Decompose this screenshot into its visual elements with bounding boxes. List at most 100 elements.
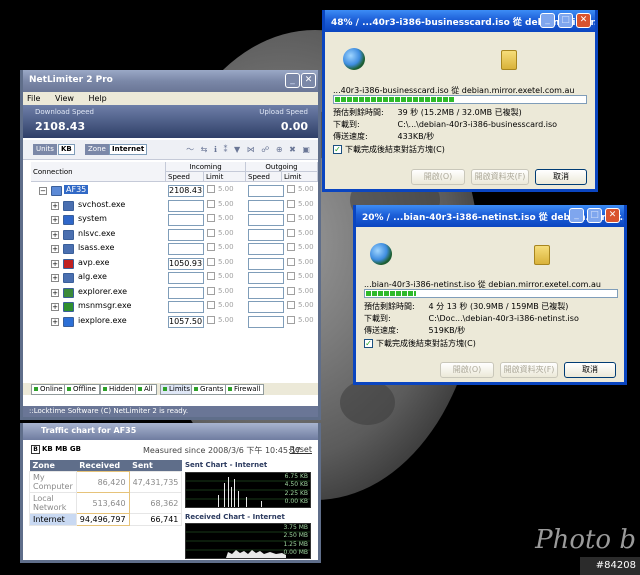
outgoing-limit[interactable]: 5.00 xyxy=(287,286,314,295)
reset-link[interactable]: Reset xyxy=(290,445,312,454)
col-connection[interactable]: Connection xyxy=(31,162,166,182)
process-row[interactable]: + alg.exe 5.00 5.00 xyxy=(23,271,318,286)
close-button[interactable]: ✕ xyxy=(605,208,620,223)
tab-limits[interactable]: Limits xyxy=(160,384,194,395)
expand-icon[interactable]: + xyxy=(51,274,59,282)
tab-firewall[interactable]: Firewall xyxy=(225,384,265,395)
checkbox-unchecked[interactable] xyxy=(207,199,215,208)
close-button[interactable]: ✕ xyxy=(301,73,316,88)
dialog1-cancel-button[interactable]: 取消 xyxy=(535,169,587,185)
incoming-limit[interactable]: 5.00 xyxy=(207,301,234,309)
minimize-button[interactable]: _ xyxy=(540,13,555,28)
expand-icon[interactable]: + xyxy=(51,230,59,239)
maximize-button[interactable]: □ xyxy=(587,208,602,223)
incoming-limit[interactable]: 5.00 xyxy=(207,286,234,295)
close-button[interactable]: ✕ xyxy=(576,13,591,28)
dialog2-close-when-done[interactable]: ✓ 下載完成後結束對話方塊(C) xyxy=(364,338,476,349)
minimize-button[interactable]: _ xyxy=(285,73,300,88)
expand-icon[interactable]: + xyxy=(51,317,59,326)
checkbox-unchecked[interactable] xyxy=(287,199,295,208)
minimize-button[interactable]: _ xyxy=(569,208,584,223)
checkbox-unchecked[interactable] xyxy=(207,214,215,222)
units-select[interactable]: KB xyxy=(58,144,75,155)
checkbox-unchecked[interactable] xyxy=(287,286,295,295)
dialog1-close-when-done[interactable]: ✓ 下載完成後結束對話方塊(C) xyxy=(333,144,445,155)
checkbox-unchecked[interactable] xyxy=(207,185,215,193)
checkbox-unchecked[interactable] xyxy=(207,315,215,324)
incoming-limit[interactable]: 5.00 xyxy=(207,199,234,208)
menu-file[interactable]: File xyxy=(27,94,40,103)
dialog2-cancel-button[interactable]: 取消 xyxy=(564,362,616,378)
incoming-limit[interactable]: 5.00 xyxy=(207,315,234,324)
checkbox-unchecked[interactable] xyxy=(287,228,295,237)
expand-icon[interactable]: + xyxy=(51,216,59,224)
checkbox-checked[interactable]: ✓ xyxy=(364,339,373,348)
outgoing-limit[interactable]: 5.00 xyxy=(287,272,314,280)
expand-icon[interactable]: + xyxy=(51,303,59,311)
col-out-speed[interactable]: Speed xyxy=(246,172,282,182)
dialog1-open-folder-button[interactable]: 開啟資料夾(F) xyxy=(471,169,529,185)
menu-help[interactable]: Help xyxy=(88,94,106,103)
process-row[interactable]: + avp.exe 1050.93 5.00 5.00 xyxy=(23,257,318,272)
outgoing-limit[interactable]: 5.00 xyxy=(287,243,314,251)
checkbox-unchecked[interactable] xyxy=(207,228,215,237)
incoming-limit[interactable]: 5.00 xyxy=(207,185,234,193)
process-row[interactable]: + msnmsgr.exe 5.00 5.00 xyxy=(23,300,318,315)
expand-icon[interactable]: + xyxy=(51,259,59,268)
outgoing-limit[interactable]: 5.00 xyxy=(287,199,314,208)
outgoing-limit[interactable]: 5.00 xyxy=(287,214,314,222)
dialog1-open-button[interactable]: 開啟(O) xyxy=(411,169,465,185)
tab-offline[interactable]: Offline xyxy=(64,384,100,395)
tab-all[interactable]: All xyxy=(135,384,157,395)
zone-row[interactable]: Internet 94,496,797 66,741 xyxy=(29,513,183,526)
checkbox-unchecked[interactable] xyxy=(287,272,295,280)
maximize-button[interactable]: □ xyxy=(558,13,573,28)
checkbox-unchecked[interactable] xyxy=(287,301,295,309)
expand-icon[interactable]: + xyxy=(51,288,59,297)
col-in-speed[interactable]: Speed xyxy=(166,172,204,182)
incoming-limit[interactable]: 5.00 xyxy=(207,228,234,237)
toolbar-icons[interactable]: 〜 ⇆ ℹ ⁑ ▼ ⋈ ☍ ⊕ ✖ ▣ xyxy=(186,144,312,155)
checkbox-unchecked[interactable] xyxy=(207,243,215,251)
outgoing-limit[interactable]: 5.00 xyxy=(287,315,314,324)
tab-grants[interactable]: Grants xyxy=(191,384,228,395)
dialog2-open-folder-button[interactable]: 開啟資料夾(F) xyxy=(500,362,558,378)
process-row[interactable]: + explorer.exe 5.00 5.00 xyxy=(23,286,318,301)
incoming-limit[interactable]: 5.00 xyxy=(207,214,234,222)
expand-icon[interactable]: − xyxy=(39,187,47,195)
col-out-limit[interactable]: Limit xyxy=(282,172,318,182)
checkbox-unchecked[interactable] xyxy=(207,272,215,280)
checkbox-unchecked[interactable] xyxy=(287,315,295,324)
process-row[interactable]: + iexplore.exe 1057.50 5.00 5.00 xyxy=(23,315,318,330)
tab-online[interactable]: Online xyxy=(31,384,67,395)
checkbox-unchecked[interactable] xyxy=(207,301,215,309)
process-row[interactable]: + lsass.exe 5.00 5.00 xyxy=(23,242,318,257)
process-row[interactable]: − AF35 2108.43 5.00 5.00 xyxy=(23,184,318,199)
process-row[interactable]: + system 5.00 5.00 xyxy=(23,213,318,228)
checkbox-unchecked[interactable] xyxy=(207,257,215,266)
checkbox-unchecked[interactable] xyxy=(287,243,295,251)
expand-icon[interactable]: + xyxy=(51,245,59,253)
netlimiter-titlebar[interactable]: NetLimiter 2 Pro xyxy=(23,70,318,92)
checkbox-unchecked[interactable] xyxy=(207,286,215,295)
expand-icon[interactable]: + xyxy=(51,201,59,210)
traffic-titlebar[interactable]: Traffic chart for AF35 xyxy=(23,423,318,440)
incoming-limit[interactable]: 5.00 xyxy=(207,243,234,251)
checkbox-unchecked[interactable] xyxy=(287,214,295,222)
zone-row[interactable]: Local Network 513,640 68,362 xyxy=(29,492,183,514)
menu-view[interactable]: View xyxy=(55,94,74,103)
process-row[interactable]: + nlsvc.exe 5.00 5.00 xyxy=(23,228,318,243)
units-toggle[interactable]: B KB MB GB xyxy=(31,445,81,454)
outgoing-limit[interactable]: 5.00 xyxy=(287,228,314,237)
incoming-limit[interactable]: 5.00 xyxy=(207,257,234,266)
outgoing-limit[interactable]: 5.00 xyxy=(287,301,314,309)
zone-select[interactable]: Internet xyxy=(109,144,148,155)
tab-hidden[interactable]: Hidden xyxy=(100,384,138,395)
checkbox-unchecked[interactable] xyxy=(287,185,295,193)
checkbox-unchecked[interactable] xyxy=(287,257,295,266)
dialog2-open-button[interactable]: 開啟(O) xyxy=(440,362,494,378)
col-in-limit[interactable]: Limit xyxy=(204,172,246,182)
zone-row[interactable]: My Computer 86,420 47,431,735 xyxy=(29,471,183,493)
checkbox-checked[interactable]: ✓ xyxy=(333,145,342,154)
outgoing-limit[interactable]: 5.00 xyxy=(287,185,314,193)
